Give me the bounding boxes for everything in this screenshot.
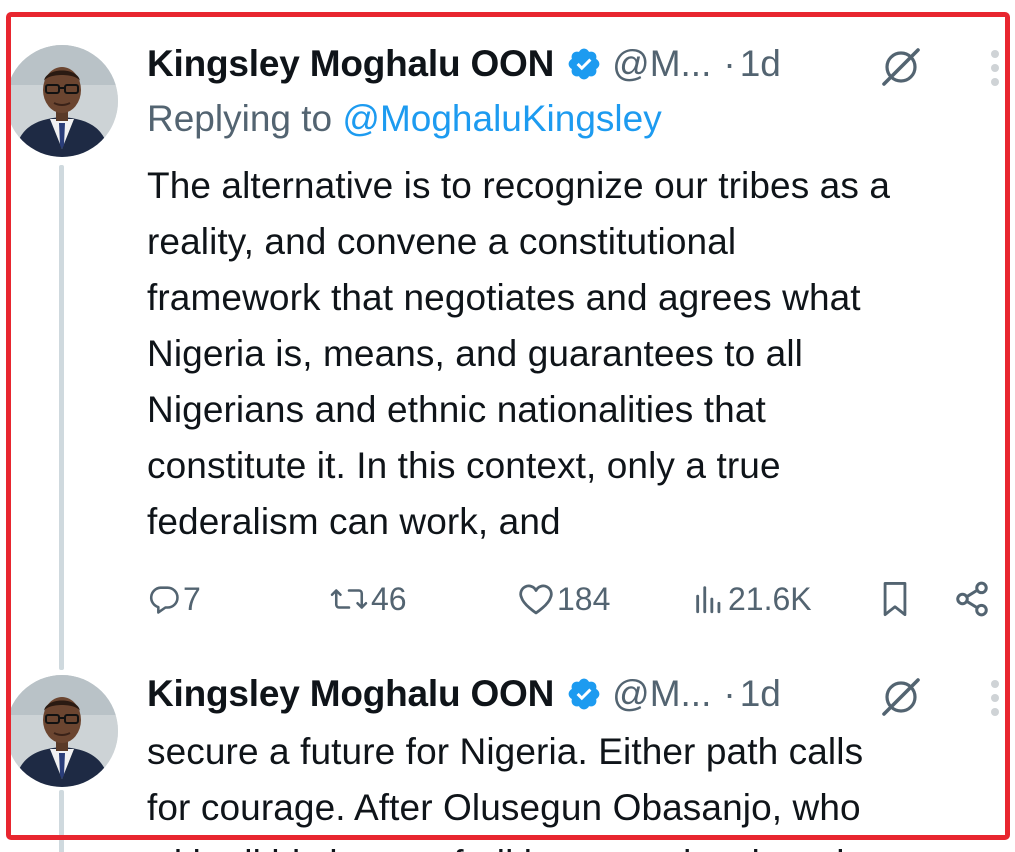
highlight-frame	[6, 12, 1010, 840]
